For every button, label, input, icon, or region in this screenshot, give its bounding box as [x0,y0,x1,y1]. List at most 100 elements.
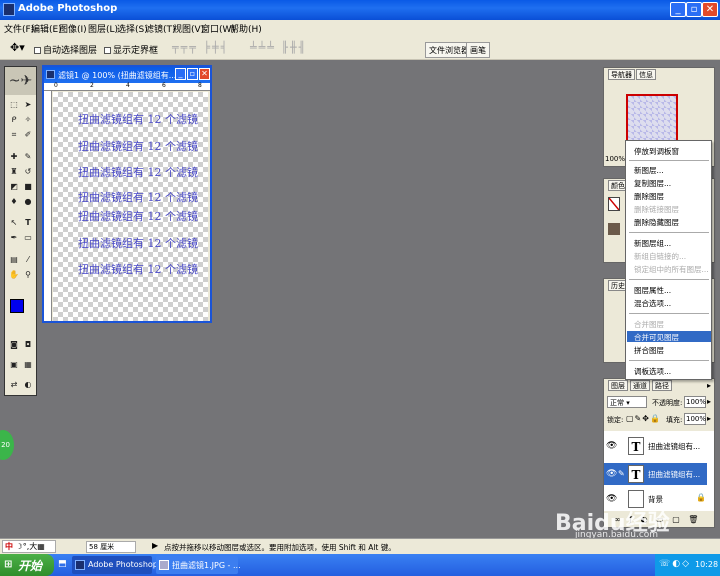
color-swatch[interactable] [608,223,620,235]
menu-item[interactable]: 新组自链接的... [634,251,686,262]
notes-tool-icon[interactable]: ▤ [8,254,20,266]
foreground-color-swatch[interactable] [10,299,24,313]
tab-layers[interactable]: 图层 [608,380,628,391]
clock[interactable]: 10:28 [695,560,718,569]
tray-icons[interactable]: ☏◐◇ [659,559,691,569]
eye-icon[interactable]: 👁 [606,494,617,504]
menu-help[interactable]: 帮助(H) [230,22,262,35]
standard-mode-icon[interactable]: ◙ [8,339,20,351]
gradient-tool-icon[interactable]: ■ [22,181,34,193]
menu-item[interactable]: 新图层... [634,165,664,176]
show-bounding-box-checkbox[interactable]: 显示定界框 [104,43,158,56]
menu-item[interactable]: 删除链接图层 [634,204,679,215]
menu-select[interactable]: 选择(S) [117,22,148,35]
brush-icon: ✎ [618,469,625,478]
move-tool-icon[interactable]: ➤ [22,99,34,111]
menu-item[interactable]: 新图层组... [634,238,671,249]
doc-close-button[interactable]: ✕ [199,68,210,80]
hand-tool-icon[interactable]: ✋ [8,269,20,281]
move-tool-icon[interactable]: ✥▾ [10,41,25,54]
blur-tool-icon[interactable]: ♦ [8,196,20,208]
stamp-tool-icon[interactable]: ♜ [8,166,20,178]
menu-image[interactable]: 图像(I) [59,22,87,35]
menu-view[interactable]: 视图(V) [173,22,204,35]
crop-tool-icon[interactable]: ⌗ [8,129,20,141]
dodge-tool-icon[interactable]: ● [22,196,34,208]
tab-channels[interactable]: 通道 [630,380,650,391]
menu-item[interactable]: 删除隐藏图层 [634,217,679,228]
ime-toolbar[interactable]: 中 ☽°,大▦ [2,540,56,553]
close-button[interactable]: ✕ [702,2,718,17]
doc-size-field[interactable]: 58 厘米 [86,541,136,553]
menu-filter[interactable]: 滤镜(T) [145,22,176,35]
shape-tool-icon[interactable]: ▭ [22,232,34,244]
eye-icon[interactable]: 👁 [606,441,617,451]
fill-arrow-icon[interactable]: ▸ [707,414,711,423]
layer-row-selected[interactable]: 👁 ✎ T 扭曲滤镜组有... [604,463,707,485]
ruler-label: 6 [162,82,166,89]
ruler-label: 0 [54,82,58,89]
eraser-tool-icon[interactable]: ◩ [8,181,20,193]
healing-tool-icon[interactable]: ✚ [8,151,20,163]
status-arrow-icon[interactable]: ▶ [152,541,158,550]
menu-item[interactable]: 锁定组中的所有图层... [634,264,709,275]
quicklaunch-icon[interactable]: ⬒ [58,559,67,569]
tab-brushes[interactable]: 画笔 [466,42,490,58]
floating-badge[interactable]: 20 [0,430,14,460]
menu-item[interactable]: 复制图层... [634,178,671,189]
status-bar: 中 ☽°,大▦ 58 厘米 ▶ 点按并拖移以移动图层或选区。要用附加选项，使用 … [0,538,720,554]
zoom-tool-icon[interactable]: ⚲ [22,269,34,281]
panel-menu-arrow-icon[interactable]: ▸ [707,381,711,390]
slice-tool-icon[interactable]: ✐ [22,129,34,141]
menu-item[interactable]: 混合选项... [634,298,671,309]
imageready-icon[interactable]: ◐ [22,379,34,391]
fill-input[interactable]: 100% [684,413,706,425]
eyedropper-tool-icon[interactable]: ⁄ [22,254,34,266]
lasso-tool-icon[interactable]: ᑭ [8,114,20,126]
magic-wand-tool-icon[interactable]: ✧ [22,114,34,126]
menu-item[interactable]: 停放到调板窗 [634,146,679,157]
auto-select-layer-checkbox[interactable]: 自动选择图层 [34,43,97,56]
fullscreen-mode-icon[interactable]: ▦ [22,359,34,371]
taskbar-item-photoshop[interactable]: Adobe Photoshop [72,556,158,574]
screen-mode-icon[interactable]: ▣ [8,359,20,371]
quickmask-mode-icon[interactable]: ◘ [22,339,34,351]
menu-item[interactable]: 图层属性... [634,285,671,296]
ruler-horizontal: 0 2 4 6 8 [44,82,210,91]
navigator-zoom[interactable]: 100% [605,155,625,163]
lock-icons[interactable]: ▢✎✥🔒 [626,414,661,423]
brush-tool-icon[interactable]: ✎ [22,151,34,163]
menu-file[interactable]: 文件(F) [4,22,34,35]
color-warning-icon[interactable] [608,197,620,211]
start-button[interactable]: ⊞ 开始 [0,554,54,576]
layer-name: 背景 [648,495,663,504]
menu-item[interactable]: 调板选项... [634,366,671,377]
opacity-arrow-icon[interactable]: ▸ [707,397,711,406]
doc-minimize-button[interactable]: _ [175,68,186,80]
taskbar-item-image[interactable]: 扭曲滤镜1.JPG - ... [156,556,241,574]
blend-mode-select[interactable]: 正常 ▾ [607,396,647,408]
pen-tool-icon[interactable]: ✒ [8,232,20,244]
eye-icon[interactable]: 👁 [606,469,617,479]
history-brush-tool-icon[interactable]: ↺ [22,166,34,178]
layer-row[interactable]: 👁 T 扭曲滤镜组有... [604,435,707,457]
menu-layer[interactable]: 图层(L) [88,22,118,35]
menu-item[interactable]: 合并图层 [634,319,664,330]
maximize-button[interactable]: ▫ [686,2,702,17]
photoshop-icon [75,560,85,570]
tab-navigator[interactable]: 导航器 [608,69,635,80]
menu-item[interactable]: 删除图层 [634,191,664,202]
marquee-tool-icon[interactable]: ⬚ [8,99,20,111]
tab-info[interactable]: 信息 [636,69,656,80]
menu-edit[interactable]: 编辑(E) [31,22,62,35]
menu-item[interactable]: 拼合图层 [634,345,664,356]
tab-paths[interactable]: 路径 [652,380,672,391]
path-select-tool-icon[interactable]: ↖ [8,217,20,229]
jump-to-imageready-icon[interactable]: ⇄ [8,379,20,391]
type-tool-icon[interactable]: T [22,217,34,229]
minimize-button[interactable]: _ [670,2,686,17]
doc-maximize-button[interactable]: ▫ [187,68,198,80]
menu-item-merge-visible[interactable]: 合并可见图层 [634,332,679,343]
opacity-input[interactable]: 100% [684,396,706,408]
document-canvas[interactable]: 扭曲滤镜组有 12 个滤镜 扭曲滤镜组有 12 个滤镜 扭曲滤镜组有 12 个滤… [53,92,208,321]
